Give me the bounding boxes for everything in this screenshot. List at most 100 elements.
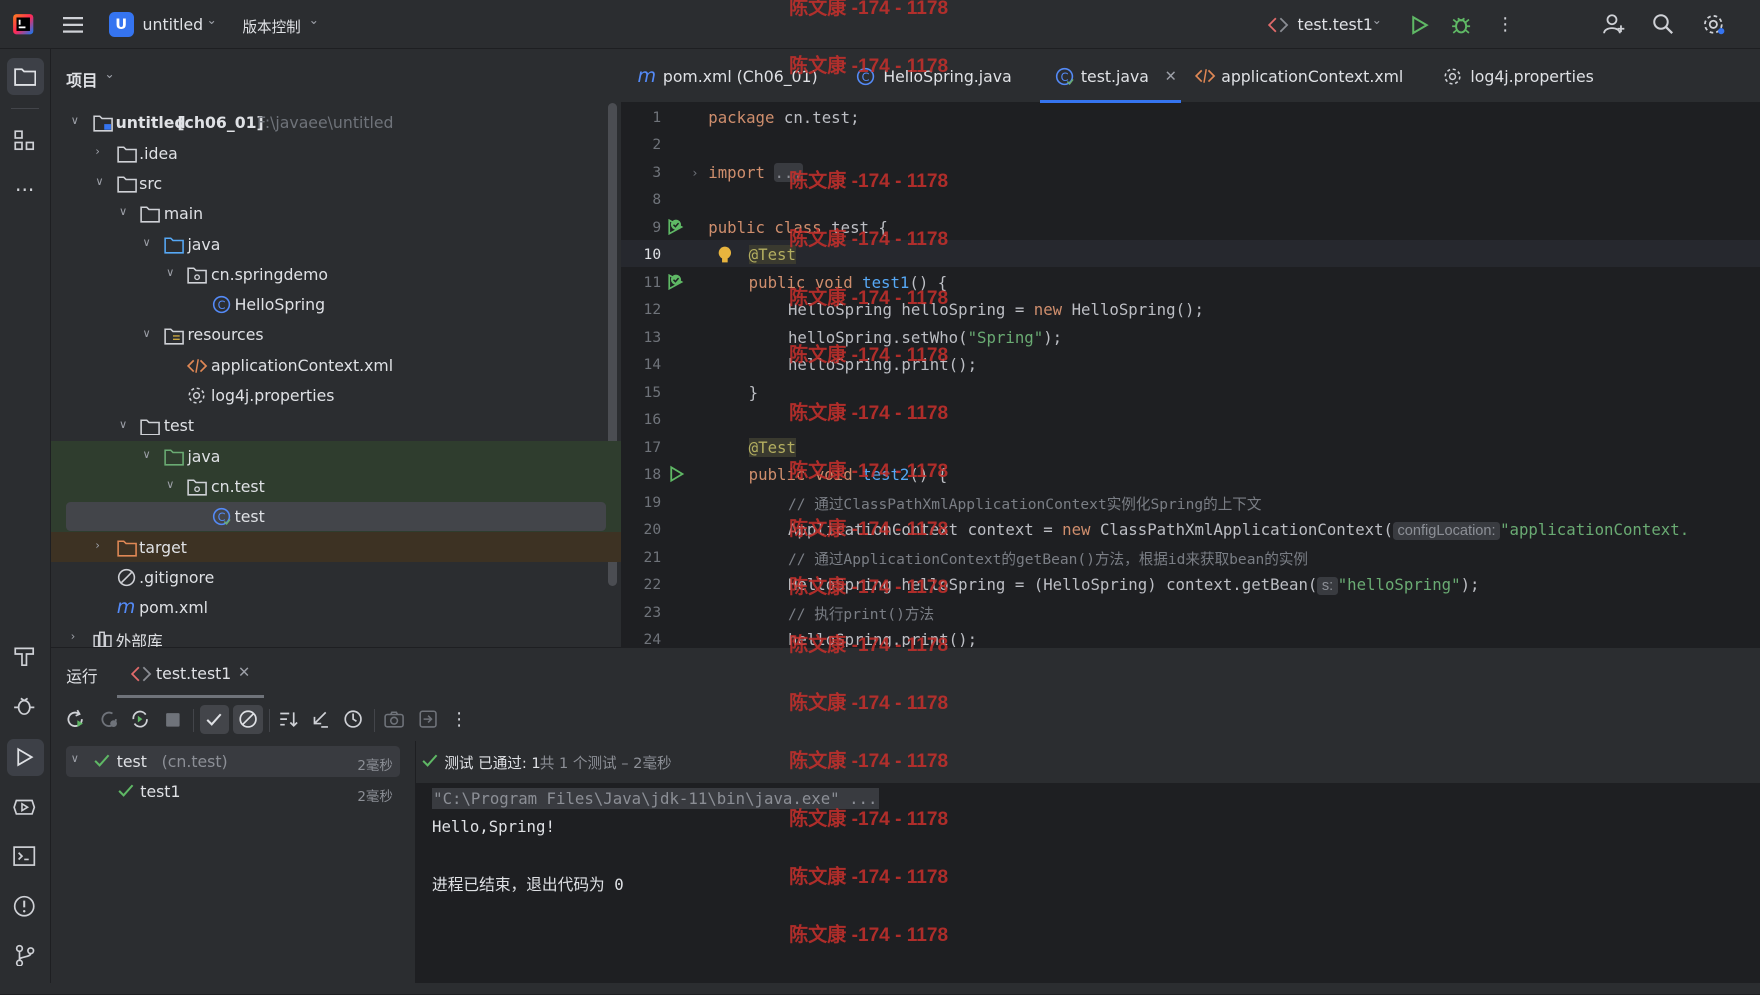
tree-item-src[interactable]: ∨ src bbox=[51, 168, 621, 198]
git-icon[interactable] bbox=[12, 943, 37, 968]
rerun-icon[interactable] bbox=[62, 706, 89, 733]
tree-item-resources[interactable]: ∨ resources bbox=[51, 320, 621, 350]
chevron-down-icon[interactable]: ∨ bbox=[143, 327, 154, 340]
chevron-right-icon[interactable]: › bbox=[95, 145, 106, 158]
terminal-icon[interactable] bbox=[12, 844, 37, 869]
tab-applicationcontext-xml[interactable]: applicationContext.xml bbox=[1195, 49, 1403, 103]
code-line: public class test { bbox=[708, 217, 888, 237]
tree-item-applicationcontext-xml[interactable]: applicationContext.xml bbox=[51, 350, 621, 380]
console-exit-line: 进程已结束，退出代码为 0 bbox=[432, 875, 624, 895]
chevron-down-icon[interactable]: ∨ bbox=[143, 448, 154, 461]
line-number: 18 bbox=[643, 465, 662, 483]
tree-item-log4j-properties[interactable]: log4j.properties bbox=[51, 380, 621, 410]
tree-item-untitled[interactable]: ∨ untitled [ch06_01] F:\javaee\untitled bbox=[51, 108, 621, 138]
ignore-file-icon bbox=[117, 568, 135, 587]
project-tool-icon[interactable] bbox=[6, 58, 44, 96]
rerun-failed-icon[interactable] bbox=[95, 706, 122, 733]
tree-item-test-class[interactable]: C test bbox=[50, 501, 621, 533]
run-tool-icon[interactable] bbox=[6, 738, 44, 776]
project-avatar[interactable]: U bbox=[108, 12, 134, 38]
tree-item-cn-test[interactable]: ∨ cn.test bbox=[50, 471, 621, 502]
fold-icon[interactable]: › bbox=[693, 166, 698, 180]
debug-icon[interactable] bbox=[1450, 13, 1472, 35]
run-tab-label[interactable]: test.test1 bbox=[156, 664, 231, 683]
chevron-down-icon[interactable]: ∨ bbox=[119, 418, 130, 431]
more-tools-icon[interactable]: ··· bbox=[12, 177, 37, 202]
chevron-down-icon[interactable]: ∨ bbox=[95, 175, 106, 188]
run-panel-title[interactable]: 运行 bbox=[66, 664, 97, 687]
test-class-icon: C bbox=[1055, 67, 1074, 85]
vcs-menu[interactable]: 版本控制 bbox=[242, 16, 300, 37]
run-test-passed-icon[interactable] bbox=[667, 273, 685, 291]
line-number: 8 bbox=[652, 190, 662, 208]
show-passed-icon[interactable] bbox=[199, 704, 229, 735]
tab-log4j-properties[interactable]: log4j.properties bbox=[1443, 49, 1594, 103]
main-menu-icon[interactable] bbox=[62, 13, 84, 35]
show-ignored-icon[interactable] bbox=[233, 704, 263, 735]
chevron-down-icon[interactable]: ∨ bbox=[71, 752, 79, 765]
settings-icon[interactable] bbox=[1701, 12, 1726, 37]
tree-item-target[interactable]: › target bbox=[50, 532, 621, 563]
run-icon[interactable] bbox=[1409, 13, 1431, 35]
chevron-down-icon[interactable]: ∨ bbox=[166, 266, 177, 279]
run-config-selector[interactable]: test.test1 bbox=[1298, 15, 1373, 34]
run-test-passed-icon[interactable] bbox=[667, 218, 685, 236]
tree-item-gitignore[interactable]: .gitignore bbox=[51, 562, 621, 592]
run-test-icon[interactable] bbox=[669, 465, 685, 483]
chevron-down-icon[interactable]: ⌄ bbox=[309, 13, 319, 27]
tree-item-idea[interactable]: › .idea bbox=[51, 138, 621, 168]
stop-icon[interactable] bbox=[159, 706, 186, 733]
chevron-down-icon[interactable]: ∨ bbox=[166, 478, 177, 491]
collapse-all-icon[interactable] bbox=[306, 706, 333, 733]
more-actions-icon[interactable]: ⋮ bbox=[1494, 13, 1516, 35]
chevron-right-icon[interactable]: › bbox=[95, 539, 106, 552]
tree-item-main[interactable]: ∨ main bbox=[51, 199, 621, 229]
close-icon[interactable]: ✕ bbox=[238, 664, 250, 681]
chevron-down-icon[interactable]: ⌄ bbox=[104, 67, 114, 81]
line-number: 3 bbox=[652, 163, 662, 181]
tab-pom-xml[interactable]: m pom.xml (Ch06_01) bbox=[638, 49, 818, 103]
services-icon[interactable] bbox=[12, 795, 37, 820]
tree-item-test-java[interactable]: ∨ java bbox=[50, 441, 621, 472]
sort-icon[interactable] bbox=[275, 706, 302, 733]
build-icon[interactable] bbox=[12, 644, 37, 669]
tree-item-java[interactable]: ∨ java bbox=[51, 229, 621, 259]
code-line: helloSpring.setWho("Spring"); bbox=[787, 327, 1063, 347]
tab-label: HelloSpring.java bbox=[883, 66, 1012, 86]
export-icon[interactable] bbox=[414, 706, 441, 733]
tree-item-cn-springdemo[interactable]: ∨ cn.springdemo bbox=[51, 259, 621, 289]
console-output[interactable]: 测试 已通过: 1 共 1 个测试 – 2毫秒 "C:\Program File… bbox=[415, 740, 1760, 984]
history-icon[interactable] bbox=[340, 706, 367, 733]
add-user-icon[interactable] bbox=[1602, 12, 1627, 37]
chevron-down-icon[interactable]: ⌄ bbox=[1372, 13, 1382, 27]
tree-item-label: untitled bbox=[115, 113, 186, 133]
toggle-auto-test-icon[interactable] bbox=[127, 706, 154, 733]
more-actions-icon[interactable]: ⋮ bbox=[446, 706, 473, 733]
test-suite-row[interactable]: ∨ test (cn.test) 2毫秒 bbox=[66, 746, 400, 777]
tree-item-test[interactable]: ∨ test bbox=[51, 411, 621, 441]
code-line: ApplicationContext context = new ClassPa… bbox=[787, 519, 1690, 540]
tab-test-java[interactable]: C test.java ✕ bbox=[1040, 49, 1181, 104]
chevron-down-icon[interactable]: ⌄ bbox=[207, 13, 217, 27]
search-icon[interactable] bbox=[1651, 12, 1676, 37]
problems-icon[interactable] bbox=[12, 893, 37, 918]
test-case-row[interactable]: test1 2毫秒 bbox=[66, 777, 399, 807]
close-icon[interactable]: ✕ bbox=[1165, 68, 1177, 85]
structure-icon[interactable] bbox=[12, 128, 37, 153]
tree-item-pom-xml[interactable]: m pom.xml bbox=[51, 593, 621, 623]
screenshot-icon[interactable] bbox=[381, 706, 408, 733]
project-panel-title[interactable]: 项目 bbox=[66, 68, 97, 91]
chevron-down-icon[interactable]: ∨ bbox=[143, 236, 154, 249]
editor-gutter: 1 2 3 8 9 10 11 12 13 14 15 16 17 18 19 … bbox=[621, 103, 705, 647]
tab-hellospring-java[interactable]: C HelloSpring.java bbox=[856, 49, 1012, 103]
tree-item-hellospring[interactable]: C HelloSpring bbox=[51, 290, 621, 320]
project-name[interactable]: untitled bbox=[143, 15, 204, 34]
chevron-down-icon[interactable]: ∨ bbox=[119, 205, 130, 218]
chevron-right-icon[interactable]: › bbox=[71, 630, 82, 643]
chevron-down-icon[interactable]: ∨ bbox=[71, 114, 82, 127]
code-editor[interactable]: 1 2 3 8 9 10 11 12 13 14 15 16 17 18 19 … bbox=[620, 103, 1760, 647]
lightbulb-icon[interactable] bbox=[717, 245, 733, 265]
debug-tool-icon[interactable] bbox=[12, 694, 37, 719]
code-line: helloSpring.print(); bbox=[787, 354, 978, 374]
tree-item-label: resources bbox=[187, 325, 264, 345]
